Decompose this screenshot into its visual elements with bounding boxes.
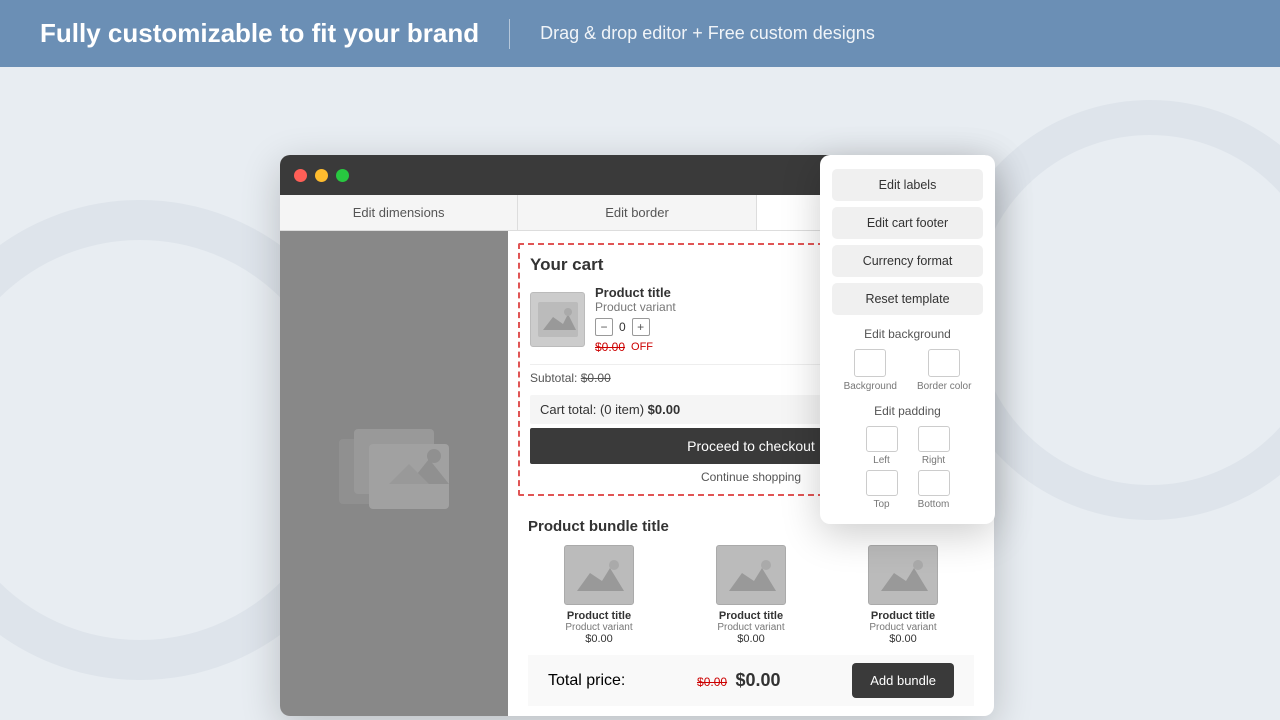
padding-left-group: Left bbox=[866, 426, 898, 466]
qty-increase-button[interactable]: + bbox=[632, 318, 650, 336]
padding-row-top-left-right: Left Right bbox=[866, 426, 950, 466]
bundle-product-variant-1: Product variant bbox=[528, 622, 670, 633]
bundle-product-title-1: Product title bbox=[528, 610, 670, 622]
cart-total-price: $0.00 bbox=[648, 402, 681, 417]
add-bundle-button[interactable]: Add bundle bbox=[852, 663, 954, 698]
total-strike-price: $0.00 bbox=[697, 675, 727, 689]
bundle-product-price-3: $0.00 bbox=[832, 633, 974, 645]
padding-bottom-label: Bottom bbox=[918, 499, 950, 510]
border-color-swatch-group: Border color bbox=[917, 349, 971, 392]
background-swatch-group: Background bbox=[844, 349, 897, 392]
bundle-product-image-3 bbox=[868, 545, 938, 605]
placeholder-image bbox=[324, 414, 464, 534]
padding-top-input[interactable] bbox=[866, 470, 898, 496]
header-divider bbox=[509, 19, 510, 49]
padding-top-group: Top bbox=[866, 470, 898, 510]
subtotal-value: $0.00 bbox=[581, 371, 611, 385]
padding-right-input[interactable] bbox=[918, 426, 950, 452]
color-swatches: Background Border color bbox=[832, 349, 983, 392]
maximize-dot[interactable] bbox=[336, 169, 349, 182]
padding-section-title: Edit padding bbox=[832, 404, 983, 418]
padding-left-input[interactable] bbox=[866, 426, 898, 452]
total-price-row: Total price: $0.00 $0.00 Add bundle bbox=[528, 655, 974, 706]
padding-controls: Left Right Top Bottom bbox=[832, 426, 983, 510]
item-image bbox=[530, 292, 585, 347]
padding-left-label: Left bbox=[873, 455, 890, 466]
bundle-product-title-3: Product title bbox=[832, 610, 974, 622]
header-banner: Fully customizable to fit your brand Dra… bbox=[0, 0, 1280, 67]
bundle-product-price-1: $0.00 bbox=[528, 633, 670, 645]
bundle-product-variant-3: Product variant bbox=[832, 622, 974, 633]
bundle-section: Product bundle title Product title Produ… bbox=[508, 508, 994, 716]
bundle-product-image-1 bbox=[564, 545, 634, 605]
tab-edit-dimensions[interactable]: Edit dimensions bbox=[280, 195, 518, 230]
bundle-product-variant-2: Product variant bbox=[680, 622, 822, 633]
border-color-label: Border color bbox=[917, 381, 971, 392]
qty-decrease-button[interactable]: − bbox=[595, 318, 613, 336]
edit-cart-footer-button[interactable]: Edit cart footer bbox=[832, 207, 983, 239]
list-item: Product title Product variant $0.00 bbox=[680, 545, 822, 645]
bundle-product-image-2 bbox=[716, 545, 786, 605]
bundle-products: Product title Product variant $0.00 bbox=[528, 545, 974, 645]
minimize-dot[interactable] bbox=[315, 169, 328, 182]
padding-top-label: Top bbox=[873, 499, 889, 510]
total-price: $0.00 bbox=[736, 670, 781, 690]
padding-row-bottom: Top Bottom bbox=[866, 470, 950, 510]
total-label: Total price: bbox=[548, 672, 625, 690]
tab-edit-border[interactable]: Edit border bbox=[518, 195, 756, 230]
header-main-text: Fully customizable to fit your brand bbox=[40, 18, 479, 49]
background-section-title: Edit background bbox=[832, 327, 983, 341]
qty-value: 0 bbox=[619, 320, 626, 334]
background-color-swatch[interactable] bbox=[854, 349, 886, 377]
bundle-product-price-2: $0.00 bbox=[680, 633, 822, 645]
header-sub-text: Drag & drop editor + Free custom designs bbox=[540, 23, 875, 44]
currency-format-button[interactable]: Currency format bbox=[832, 245, 983, 277]
reset-template-button[interactable]: Reset template bbox=[832, 283, 983, 315]
padding-right-group: Right bbox=[918, 426, 950, 466]
padding-right-label: Right bbox=[922, 455, 945, 466]
list-item: Product title Product variant $0.00 bbox=[832, 545, 974, 645]
list-item: Product title Product variant $0.00 bbox=[528, 545, 670, 645]
padding-bottom-group: Bottom bbox=[918, 470, 950, 510]
bundle-product-title-2: Product title bbox=[680, 610, 822, 622]
close-dot[interactable] bbox=[294, 169, 307, 182]
edit-labels-button[interactable]: Edit labels bbox=[832, 169, 983, 201]
off-badge: OFF bbox=[631, 341, 653, 353]
background-label: Background bbox=[844, 381, 897, 392]
right-panel: Edit labels Edit cart footer Currency fo… bbox=[820, 155, 995, 524]
left-image-panel bbox=[280, 231, 508, 716]
border-color-swatch[interactable] bbox=[928, 349, 960, 377]
padding-bottom-input[interactable] bbox=[918, 470, 950, 496]
subtotal-label: Subtotal: $0.00 bbox=[530, 371, 611, 385]
item-strike-price: $0.00 bbox=[595, 340, 625, 354]
